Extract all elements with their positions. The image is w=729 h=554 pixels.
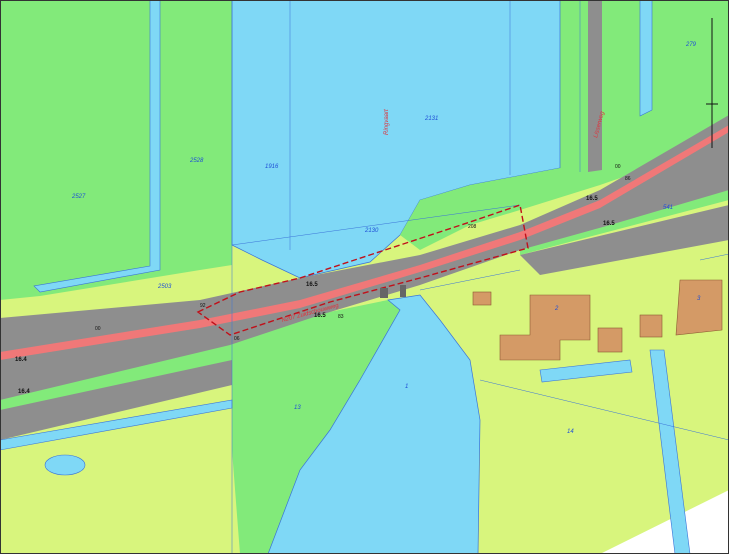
elevation-label: 16.5 [603,221,615,227]
small-number-label: 00 [95,326,101,332]
small-number-label: 06 [234,336,240,342]
small-number-label: 92 [200,303,206,309]
plot-label-13: 13 [294,405,301,411]
elevation-label: 16.4 [18,389,30,395]
plot-label-541: 541 [663,205,673,211]
road-north-vertical [588,0,602,172]
plot-label-1: 1 [405,384,408,390]
plot-label-14: 14 [567,429,574,435]
elevation-label: 16.4 [15,357,27,363]
plot-label-279: 279 [685,42,697,48]
building-3 [675,279,723,336]
bridge-pier-left [380,288,388,298]
plot-label-2130: 2130 [364,228,379,234]
plot-label-2503: 2503 [157,284,172,290]
bridge-pier-right [400,285,406,297]
pond [44,454,86,476]
water-channel-east [639,0,653,117]
small-number-label: 208 [468,224,477,230]
zoning-map[interactable]: 2527 2528 1916 2131 2130 2503 279 541 13… [0,0,729,554]
plot-label-2131: 2131 [424,116,438,122]
elevation-label: 16.5 [586,196,598,202]
plot-label-2527: 2527 [71,194,86,200]
building-small-a [472,291,492,306]
elevation-label: 16.5 [306,282,318,288]
green-zone-northwest [0,0,232,300]
plot-label-2528: 2528 [189,158,204,164]
elevation-label: 16.5 [314,313,326,319]
building-small-b [597,327,623,353]
plot-label-1916: 1916 [265,164,279,170]
small-number-label: 00 [615,164,621,170]
small-number-label: 86 [625,176,631,182]
plot-label-2: 2 [554,306,559,312]
small-number-label: 83 [338,314,344,320]
road-name-ringvaart: Ringvaart [384,109,390,135]
building-small-c [639,314,663,338]
map-view[interactable]: 2527 2528 1916 2131 2130 2503 279 541 13… [0,0,729,554]
